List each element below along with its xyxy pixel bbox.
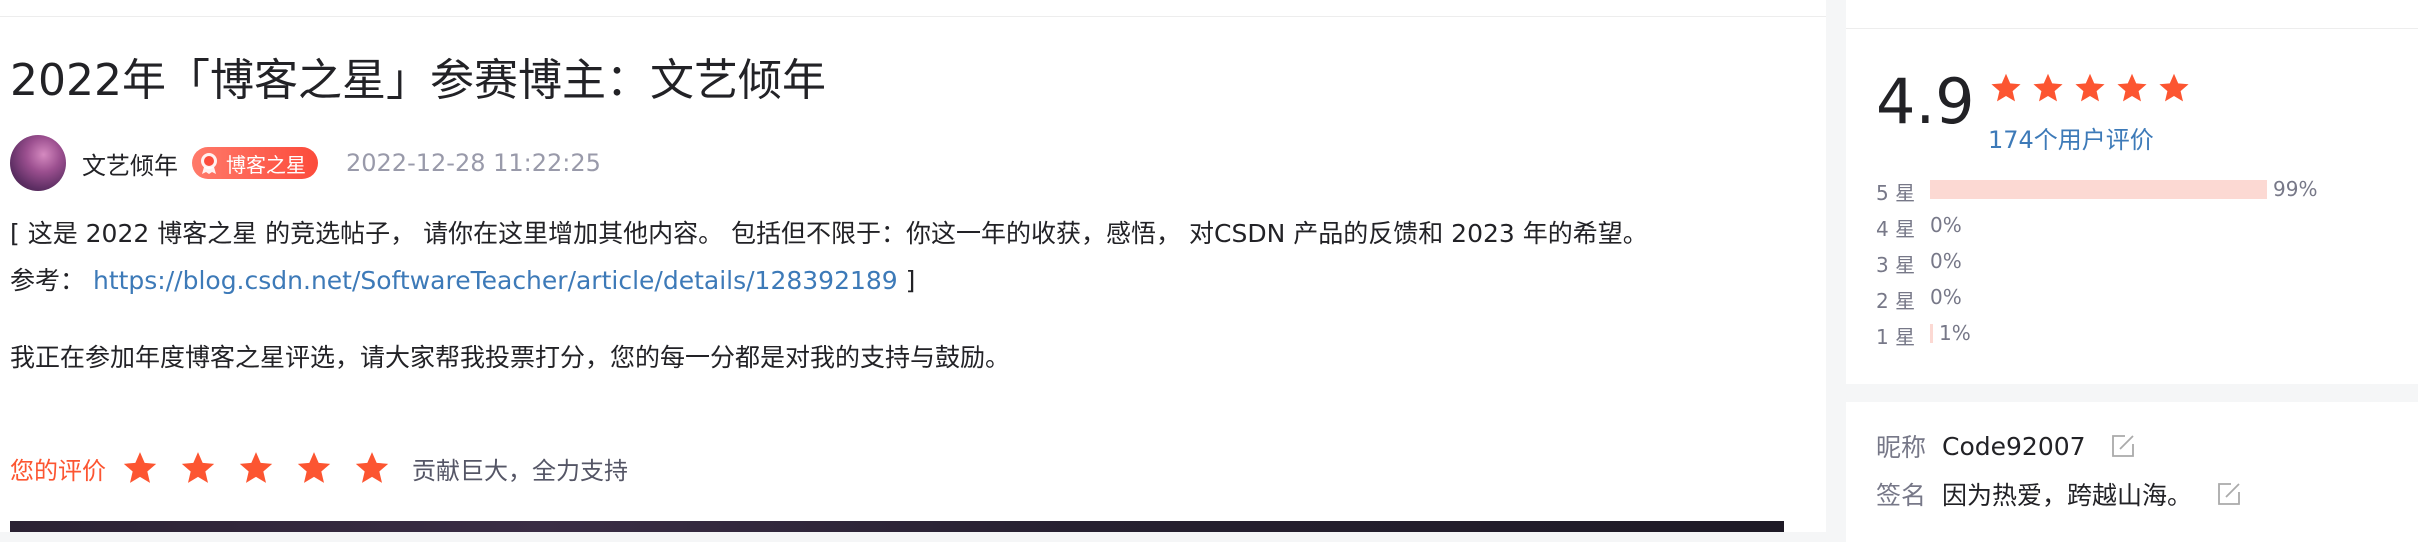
author-row: 文艺倾年 博客之星 2022-12-28 11:22:25 <box>10 134 601 192</box>
star-icon[interactable] <box>294 448 334 488</box>
star-icon <box>2159 73 2189 102</box>
distribution-row: 5 星 99% <box>1876 172 2396 208</box>
author-name[interactable]: 文艺倾年 <box>82 146 178 181</box>
blog-star-badge[interactable]: 博客之星 <box>192 147 318 179</box>
edit-icon[interactable] <box>2216 481 2242 507</box>
distribution-bar <box>1930 180 2267 199</box>
badge-label: 博客之星 <box>226 152 306 177</box>
post-paragraph: [ 这是 2022 博客之星 的竞选帖子， 请你在这里增加其他内容。 包括但不限… <box>10 219 1648 248</box>
average-stars <box>1988 70 2198 106</box>
star-icon <box>1991 73 2021 102</box>
average-score: 4.9 <box>1876 65 1975 138</box>
nickname-label: 昵称 <box>1876 433 1927 462</box>
post-panel: 2022年「博客之星」参赛博主：文艺倾年 文艺倾年 博客之星 2022-12-2… <box>0 0 1826 532</box>
nickname-row: 昵称 Code92007 <box>1876 426 2136 466</box>
my-rating-label: 您的评价 <box>10 456 106 485</box>
star-icon <box>2117 73 2147 102</box>
star-icon[interactable] <box>178 448 218 488</box>
signature-row: 签名 因为热爱，跨越山海。 <box>1876 474 2242 514</box>
my-rating: 您的评价 贡献巨大，全力支持 <box>10 448 628 488</box>
distribution-label: 2 星 <box>1876 289 1916 313</box>
signature-label: 签名 <box>1876 481 1927 510</box>
user-review-count-link[interactable]: 174个用户评价 <box>1988 120 2154 155</box>
edit-icon[interactable] <box>2110 433 2136 459</box>
rating-comment: 贡献巨大，全力支持 <box>412 456 628 485</box>
rating-distribution: 5 星 99% 4 星 0% 3 星 0% 2 星 0% 1 星 1% <box>1876 172 2396 352</box>
distribution-label: 3 星 <box>1876 253 1916 277</box>
distribution-percent: 99% <box>2273 177 2318 201</box>
reference-link[interactable]: https://blog.csdn.net/SoftwareTeacher/ar… <box>93 266 898 295</box>
distribution-percent: 0% <box>1930 249 1962 273</box>
distribution-percent: 0% <box>1930 285 1962 309</box>
star-icon[interactable] <box>352 448 392 488</box>
star-icon <box>2075 73 2105 102</box>
rating-summary-card: 4.9 174个用户评价 5 星 99% 4 星 0% 3 星 0% 2 星 0… <box>1846 0 2418 384</box>
signature-value: 因为热爱，跨越山海。 <box>1942 481 2193 510</box>
distribution-percent: 1% <box>1939 321 1971 345</box>
distribution-label: 4 星 <box>1876 217 1916 241</box>
post-paragraph: 我正在参加年度博客之星评选，请大家帮我投票打分，您的每一分都是对我的支持与鼓励。 <box>10 343 1011 372</box>
distribution-row: 1 星 1% <box>1876 316 2396 352</box>
distribution-row: 3 星 0% <box>1876 244 2396 280</box>
star-icon[interactable] <box>236 448 276 488</box>
award-icon <box>201 153 217 174</box>
distribution-bar <box>1930 324 1933 343</box>
star-icon <box>2033 73 2063 102</box>
reference-line: 参考： https://blog.csdn.net/SoftwareTeache… <box>10 261 915 297</box>
distribution-row: 2 星 0% <box>1876 280 2396 316</box>
reference-suffix: ] <box>897 266 916 295</box>
card-divider <box>1846 28 2418 29</box>
distribution-row: 4 星 0% <box>1876 208 2396 244</box>
nickname-value: Code92007 <box>1942 431 2086 461</box>
star-icon[interactable] <box>120 448 160 488</box>
profile-card: 昵称 Code92007 签名 因为热爱，跨越山海。 <box>1846 402 2418 542</box>
post-image <box>10 521 1784 532</box>
distribution-percent: 0% <box>1930 213 1962 237</box>
distribution-label: 5 星 <box>1876 181 1916 205</box>
reference-prefix: 参考： <box>10 266 86 295</box>
distribution-label: 1 星 <box>1876 325 1916 349</box>
avatar[interactable] <box>10 135 66 191</box>
header-divider <box>0 16 1826 17</box>
post-title: 2022年「博客之星」参赛博主：文艺倾年 <box>10 55 826 106</box>
post-date: 2022-12-28 11:22:25 <box>346 149 601 177</box>
